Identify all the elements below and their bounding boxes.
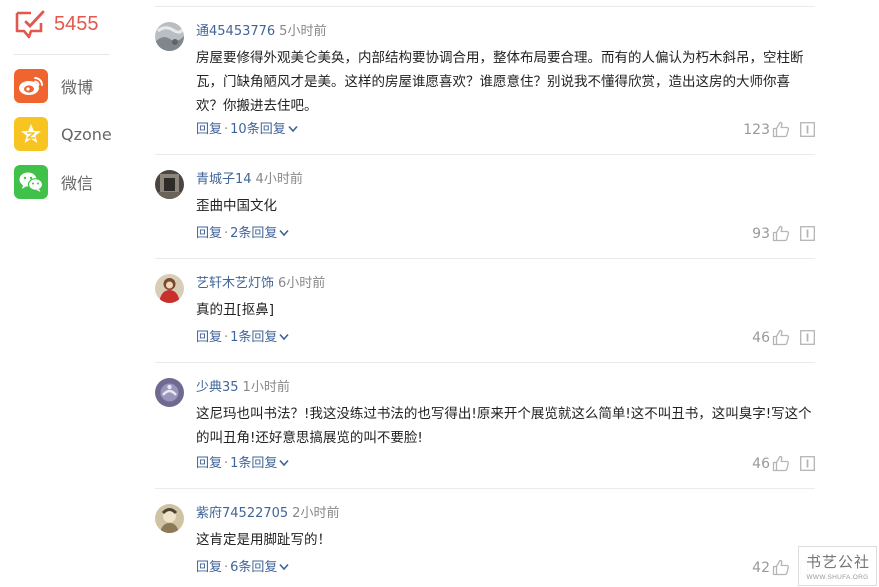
avatar[interactable] (155, 504, 184, 533)
share-wechat-button[interactable]: 微信 (14, 165, 93, 199)
share-wechat-label: 微信 (61, 174, 94, 193)
comment-text: 房屋要修得外观美仑美奂，内部结构要协调合用，整体布局要合理。而有的人偏认为朽木斜… (196, 50, 804, 114)
reply-button[interactable]: 回复 (196, 122, 222, 137)
reply-button[interactable]: 回复 (196, 226, 222, 241)
reply-count-toggle[interactable]: 6条回复 (230, 560, 290, 575)
report-icon[interactable] (800, 226, 815, 241)
comment-divider (155, 362, 815, 363)
wechat-icon (14, 165, 48, 199)
comment-divider (155, 258, 815, 259)
reply-count-label: 1条回复 (230, 330, 278, 345)
watermark-seal: 书艺公社 (805, 553, 870, 571)
thumbs-up-icon[interactable] (772, 329, 790, 346)
comment-text: 这肯定是用脚趾写的！ (196, 532, 331, 548)
comment-divider (155, 154, 815, 155)
watermark-url: WWW.SHUFA.ORG (806, 574, 869, 581)
comment-username[interactable]: 艺轩木艺灯饰 (196, 276, 274, 291)
chevron-down-icon (288, 125, 298, 133)
comment-time: 4小时前 (255, 172, 303, 187)
chevron-down-icon (279, 229, 290, 237)
thumbs-up-icon[interactable] (772, 225, 790, 242)
reply-count-label: 1条回复 (230, 456, 278, 471)
comment-count-number: 5455 (54, 12, 99, 35)
comment-time: 2小时前 (292, 506, 340, 521)
reply-count-toggle[interactable]: 1条回复 (230, 330, 290, 345)
comment-text: 真的丑[抠鼻] (196, 302, 275, 318)
report-icon[interactable] (800, 330, 815, 345)
chevron-down-icon (279, 333, 290, 341)
share-weibo-label: 微博 (61, 78, 94, 97)
like-count: 42 (752, 560, 770, 576)
weibo-icon (14, 69, 48, 103)
comment-divider (155, 488, 815, 489)
thumbs-up-icon[interactable] (772, 559, 790, 576)
avatar[interactable] (155, 378, 184, 407)
comment-edit-icon (15, 10, 45, 39)
reply-count-toggle[interactable]: 10条回复 (230, 122, 298, 137)
comment-time: 1小时前 (242, 380, 290, 395)
like-count: 93 (752, 226, 770, 242)
like-count: 46 (752, 330, 770, 346)
comment-text: 歪曲中国文化 (196, 198, 277, 214)
like-count: 123 (743, 122, 770, 138)
comment-username[interactable]: 通45453776 (196, 24, 275, 39)
chevron-down-icon (279, 563, 290, 571)
thumbs-up-icon[interactable] (772, 121, 790, 138)
share-weibo-button[interactable]: 微博 (14, 69, 93, 103)
share-sidebar: 5455 微博 Qzone 微信 (0, 0, 120, 587)
reply-count-label: 2条回复 (230, 226, 278, 241)
comment-username[interactable]: 少典35 (196, 380, 239, 395)
comment-footer: 回复 · 6条回复 42 (196, 558, 815, 578)
like-count: 46 (752, 456, 770, 472)
comment-text: 这尼玛也叫书法？!我这没练过书法的也写得出!原来开个展览就这么简单!这不叫丑书，… (196, 406, 812, 446)
comment-footer: 回复 · 10条回复 123 (196, 120, 815, 140)
list-top-divider (155, 6, 815, 7)
reply-count-toggle[interactable]: 2条回复 (230, 226, 290, 241)
sidebar-divider (14, 54, 110, 55)
report-icon[interactable] (800, 122, 815, 137)
thumbs-up-icon[interactable] (772, 455, 790, 472)
comment-footer: 回复 · 2条回复 93 (196, 224, 815, 244)
qzone-icon (14, 117, 48, 151)
comment-time: 6小时前 (278, 276, 326, 291)
comment-count[interactable]: 5455 (14, 9, 99, 39)
reply-count-label: 6条回复 (230, 560, 278, 575)
comment-footer: 回复 · 1条回复 46 (196, 328, 815, 348)
comment-username[interactable]: 紫府74522705 (196, 506, 288, 521)
avatar[interactable] (155, 22, 184, 51)
report-icon[interactable] (800, 456, 815, 471)
reply-count-toggle[interactable]: 1条回复 (230, 456, 290, 471)
reply-count-label: 10条回复 (230, 122, 286, 137)
comment-username[interactable]: 青城子14 (196, 172, 252, 187)
site-watermark: 书艺公社 WWW.SHUFA.ORG (798, 546, 877, 586)
reply-button[interactable]: 回复 (196, 456, 222, 471)
reply-button[interactable]: 回复 (196, 560, 222, 575)
avatar[interactable] (155, 170, 184, 199)
share-qzone-button[interactable]: Qzone (14, 117, 112, 151)
comment-time: 5小时前 (279, 24, 327, 39)
chevron-down-icon (279, 459, 290, 467)
comment-footer: 回复 · 1条回复 46 (196, 454, 815, 474)
share-qzone-label: Qzone (61, 124, 112, 144)
reply-button[interactable]: 回复 (196, 330, 222, 345)
avatar[interactable] (155, 274, 184, 303)
